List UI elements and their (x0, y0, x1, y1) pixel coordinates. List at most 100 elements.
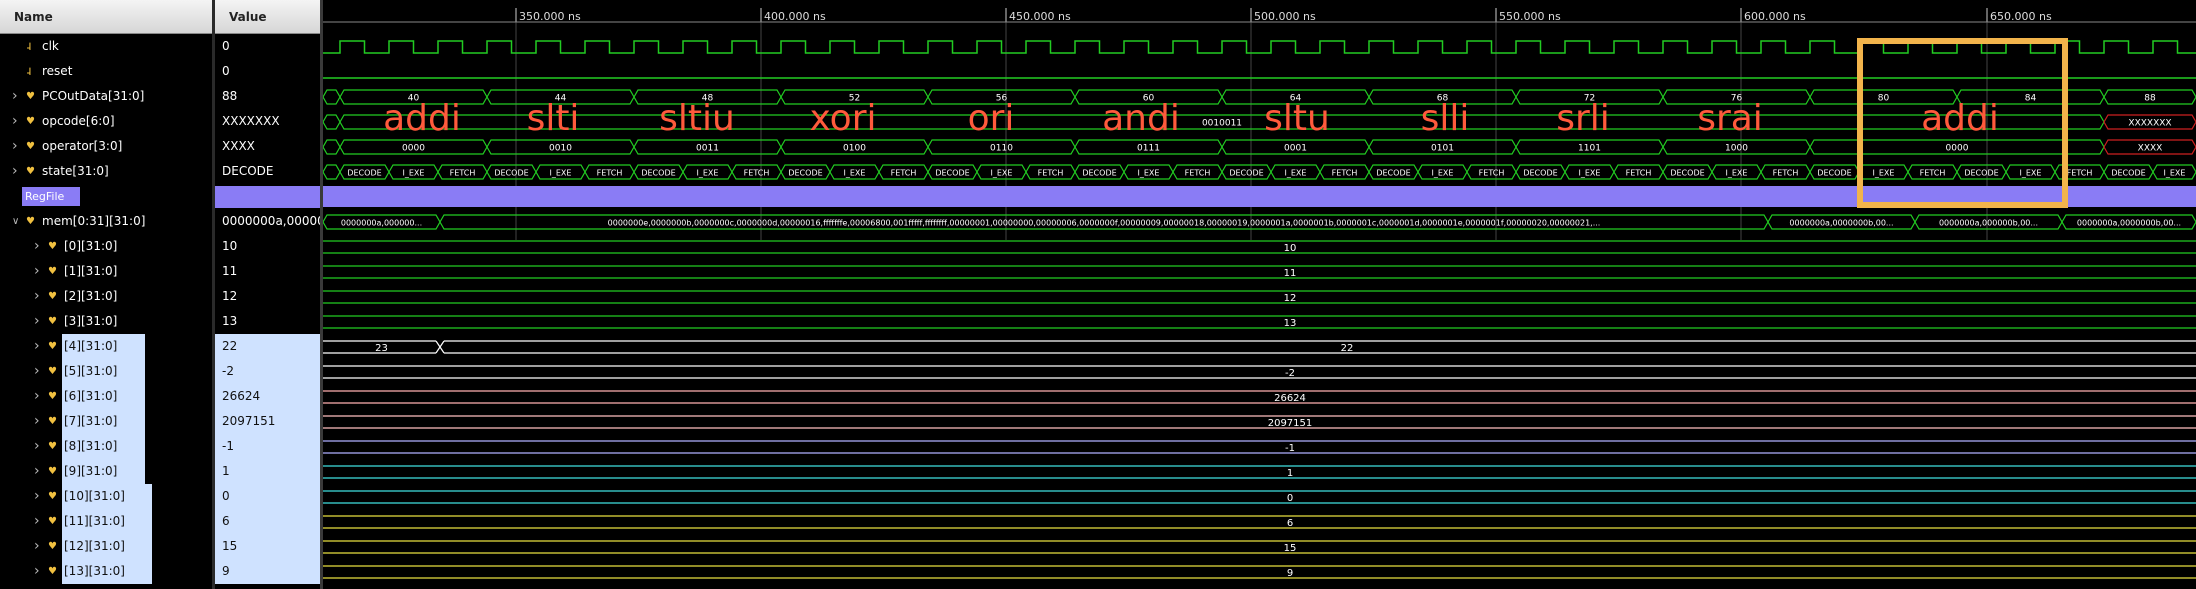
reg-value-label: 0 (1287, 493, 1293, 504)
signal-row[interactable]: ˨ reset (0, 59, 212, 84)
time-tick-label: 600.000 ns (1744, 10, 1806, 23)
bus-signal-icon: ♥ (48, 441, 57, 452)
signal-row[interactable]: › ♥ [2][31:0] (0, 284, 212, 309)
expand-arrow-icon[interactable]: › (12, 159, 18, 184)
signal-value: -2 (215, 359, 320, 384)
bus-value-label: FETCH (1038, 169, 1064, 178)
bus-value-label: 0001 (1284, 144, 1307, 154)
expand-arrow-icon[interactable]: › (12, 134, 18, 159)
signal-row[interactable]: › ♥ operator[3:0] (0, 134, 212, 159)
signal-name: state[31:0] (42, 164, 109, 178)
signal-row[interactable]: › ♥ opcode[6:0] (0, 109, 212, 134)
waveform-viewer[interactable]: 350.000 ns 400.000 ns 450.000 ns 500.000 ns… (323, 0, 2196, 589)
signal-row[interactable]: › ♥ [8][31:0] (0, 434, 212, 459)
expand-arrow-icon[interactable]: › (34, 409, 40, 434)
bus-value-label: I_EXE (844, 169, 866, 178)
expand-arrow-icon[interactable]: › (34, 509, 40, 534)
expand-arrow-icon[interactable]: › (34, 334, 40, 359)
signal-value: 11 (222, 264, 238, 278)
expand-arrow-icon[interactable]: › (34, 284, 40, 309)
expand-arrow-icon[interactable]: › (34, 484, 40, 509)
bus-value-label: FETCH (744, 169, 770, 178)
reg-value-label: 13 (1284, 318, 1297, 329)
reg-value-label: 22 (1341, 343, 1354, 354)
signal-name: mem[0:31][31:0] (42, 214, 146, 228)
signal-row[interactable]: › ♥ [13][31:0] (0, 559, 212, 584)
signal-row[interactable]: › ♥ [3][31:0] (0, 309, 212, 334)
waveform-canvas[interactable]: 350.000 ns 400.000 ns 450.000 ns 500.000 ns… (323, 0, 2196, 589)
signal-row[interactable]: › ♥ [7][31:0] (0, 409, 212, 434)
value-column-header[interactable]: Value (215, 0, 320, 34)
signal-name: PCOutData[31:0] (42, 89, 145, 103)
expand-arrow-icon[interactable]: › (34, 534, 40, 559)
signal-row[interactable]: › ♥ [1][31:0] (0, 259, 212, 284)
instruction-annotation: srli (1556, 98, 1610, 139)
bus-value-label: I_EXE (2164, 169, 2186, 178)
bus-value-label: 0000 (402, 144, 425, 154)
signal-value: 2097151 (215, 409, 320, 434)
signal-value: 22 (215, 334, 320, 359)
reg-value-label: 23 (375, 343, 388, 354)
bus-value-label: FETCH (1185, 169, 1211, 178)
expand-arrow-icon[interactable]: › (12, 109, 18, 134)
expand-arrow-icon[interactable]: › (34, 384, 40, 409)
signal-name-column: Name ˨ clk ˨ reset › ♥ PCOutData[31:0] › ♥ opcode… (0, 0, 212, 589)
bus-value-label: FETCH (2067, 169, 2093, 178)
signal-value: 13 (222, 314, 238, 328)
bus-signal-icon: ♥ (48, 391, 57, 402)
bus-value-label: XXXX (2138, 144, 2163, 154)
signal-name: [0][31:0] (64, 239, 118, 253)
signal-row[interactable]: › ♥ PCOutData[31:0] (0, 84, 212, 109)
signal-row[interactable]: › ♥ [4][31:0] (0, 334, 212, 359)
bus-value-label: 0000 (1946, 144, 1969, 154)
signal-row[interactable]: › ♥ [5][31:0] (0, 359, 212, 384)
signal-row[interactable]: ˨ clk (0, 34, 212, 59)
expand-arrow-icon[interactable]: › (34, 359, 40, 384)
reg-value-label: 2097151 (1268, 418, 1313, 429)
expand-arrow-icon[interactable]: › (34, 259, 40, 284)
bus-signal-icon: ♥ (48, 466, 57, 477)
collapse-arrow-icon[interactable]: ∨ (12, 209, 19, 234)
bus-value-label: DECODE (1523, 169, 1557, 178)
expand-arrow-icon[interactable]: › (12, 84, 18, 109)
signal-row[interactable]: ∨ ♥ mem[0:31][31:0] (0, 209, 212, 234)
signal-name: [12][31:0] (64, 539, 125, 553)
signal-row[interactable]: › ♥ [10][31:0] (0, 484, 212, 509)
signal-name: [3][31:0] (64, 314, 118, 328)
signal-value: 0 (222, 39, 230, 53)
signal-value: 26624 (215, 384, 320, 409)
signal-row[interactable]: › ♥ [11][31:0] (0, 509, 212, 534)
instruction-annotation: srai (1697, 98, 1763, 139)
name-column-header[interactable]: Name (0, 0, 212, 34)
signal-value: 9 (215, 559, 320, 584)
bus-value-label: DECODE (641, 169, 675, 178)
bus-signal-icon: ♥ (26, 166, 35, 177)
signal-name: [4][31:0] (64, 339, 118, 353)
instruction-annotation: andi (1102, 98, 1180, 139)
bus-value-label: FETCH (1479, 169, 1505, 178)
bus-value-label: 0101 (1431, 144, 1454, 154)
expand-arrow-icon[interactable]: › (34, 434, 40, 459)
bus-value-label: FETCH (450, 169, 476, 178)
signal-row[interactable]: › ♥ [9][31:0] (0, 459, 212, 484)
reg-value-label: 1 (1287, 468, 1293, 479)
reg-value-label: 11 (1284, 268, 1297, 279)
bus-value-label: DECODE (1817, 169, 1851, 178)
signal-row[interactable]: RegFile (0, 184, 212, 209)
bus-value-label: 0000000a,000000b,00... (1939, 219, 2038, 228)
signal-row[interactable]: › ♥ [12][31:0] (0, 534, 212, 559)
expand-arrow-icon[interactable]: › (34, 459, 40, 484)
expand-arrow-icon[interactable]: › (34, 309, 40, 334)
signal-row[interactable]: › ♥ [6][31:0] (0, 384, 212, 409)
bus-value-label: DECODE (494, 169, 528, 178)
instruction-annotation: sltu (1264, 98, 1330, 139)
expand-arrow-icon[interactable]: › (34, 559, 40, 584)
instruction-annotation: xori (809, 98, 876, 139)
signal-row[interactable]: › ♥ state[31:0] (0, 159, 212, 184)
bus-value-label: DECODE (1670, 169, 1704, 178)
instruction-annotation: slli (1421, 98, 1470, 139)
bus-signal-icon: ♥ (26, 216, 35, 227)
reg-value-label: 12 (1284, 293, 1297, 304)
signal-row[interactable]: › ♥ [0][31:0] (0, 234, 212, 259)
expand-arrow-icon[interactable]: › (34, 234, 40, 259)
